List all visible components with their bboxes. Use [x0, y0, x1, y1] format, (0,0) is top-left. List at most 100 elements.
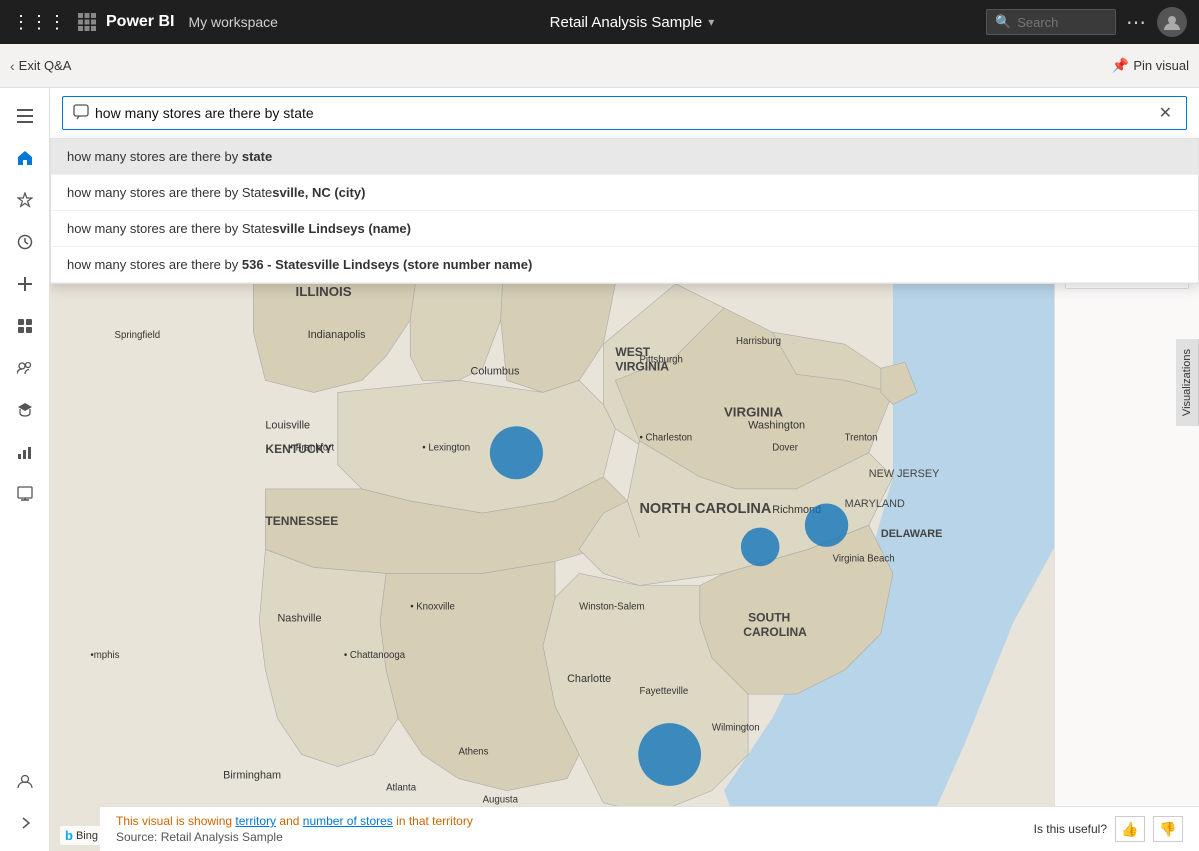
svg-text:Columbus: Columbus [471, 365, 520, 377]
svg-text:• Charleston: • Charleston [639, 433, 692, 444]
svg-text:ILLINOIS: ILLINOIS [296, 284, 352, 299]
qa-dropdown-item[interactable]: how many stores are there by Statesville… [51, 175, 1198, 211]
pin-visual-label: Pin visual [1133, 58, 1189, 73]
svg-text:Pittsburgh: Pittsburgh [639, 354, 682, 365]
secondary-navigation: ‹ Exit Q&A 📌 Pin visual [0, 44, 1199, 88]
thumbs-down-icon: 👎 [1159, 821, 1176, 838]
thumbs-down-button[interactable]: 👎 [1153, 816, 1183, 842]
svg-text:Harrisburg: Harrisburg [736, 336, 781, 347]
svg-text:Atlanta: Atlanta [386, 783, 417, 794]
sidebar-item-shared[interactable] [7, 350, 43, 386]
sidebar-item-apps[interactable] [7, 308, 43, 344]
bing-logo-icon: b [65, 828, 73, 843]
bottom-line1-prefix: This visual is showing [116, 814, 235, 828]
waffle-icon[interactable] [78, 13, 96, 31]
svg-text:Nashville: Nashville [277, 613, 321, 625]
qa-dropdown-highlight: sville Lindseys (name) [272, 221, 411, 236]
bottom-info: This visual is showing territory and num… [116, 814, 1034, 844]
report-title: Retail Analysis Sample [550, 14, 703, 31]
qa-dropdown-highlight: sville, NC (city) [272, 185, 365, 200]
bottom-territory-link[interactable]: territory [235, 814, 276, 828]
visualizations-tab[interactable]: Visualizations [1176, 339, 1199, 426]
svg-text:• Chattanooga: • Chattanooga [344, 650, 406, 661]
svg-text:Winston-Salem: Winston-Salem [579, 602, 644, 613]
svg-text:•mphis: •mphis [90, 650, 119, 661]
qa-dropdown-highlight: state [242, 149, 272, 164]
svg-text:Springfield: Springfield [115, 330, 161, 341]
grid-icon[interactable]: ⋮⋮⋮ [12, 12, 66, 33]
bing-watermark: b Bing [60, 826, 103, 845]
exit-qa-label: Exit Q&A [19, 58, 72, 73]
svg-text:NORTH CAROLINA: NORTH CAROLINA [639, 501, 771, 517]
sidebar-item-favorites[interactable] [7, 182, 43, 218]
bottom-line1-suffix: in that territory [393, 814, 473, 828]
qa-dropdown-item[interactable]: how many stores are there by Statesville… [51, 211, 1198, 247]
svg-text:Birmingham: Birmingham [223, 770, 281, 782]
svg-text:NEW JERSEY: NEW JERSEY [869, 468, 940, 480]
map-bubble[interactable] [490, 426, 543, 479]
map-bubble[interactable] [638, 723, 701, 786]
sidebar-item-create[interactable] [7, 266, 43, 302]
back-chevron-icon: ‹ [10, 58, 15, 74]
visualizations-tab-label: Visualizations [1181, 349, 1193, 416]
svg-text:SOUTH: SOUTH [748, 611, 790, 625]
svg-text:Virginia Beach: Virginia Beach [833, 553, 895, 564]
thumbs-up-icon: 👍 [1121, 821, 1138, 838]
qa-dropdown-item[interactable]: how many stores are there by 536 - State… [51, 247, 1198, 283]
svg-text:Trenton: Trenton [845, 433, 878, 444]
sidebar-item-expand[interactable] [7, 805, 43, 841]
search-box[interactable]: 🔍 [986, 9, 1116, 35]
pin-visual-button[interactable]: 📌 Pin visual [1112, 57, 1189, 74]
avatar[interactable] [1157, 7, 1187, 37]
svg-text:Athens: Athens [458, 746, 488, 757]
search-icon: 🔍 [995, 14, 1011, 30]
qa-container: ✕ how many stores are there by state how… [50, 88, 1199, 139]
qa-dropdown-bold: 536 - Statesville Lindseys (store number… [242, 257, 532, 272]
bottom-info-line1: This visual is showing territory and num… [116, 814, 1034, 828]
svg-text:• Knoxville: • Knoxville [410, 602, 455, 613]
left-sidebar [0, 88, 50, 851]
svg-text:Indianapolis: Indianapolis [308, 329, 367, 341]
thumbs-up-button[interactable]: 👍 [1115, 816, 1145, 842]
workspace-label[interactable]: My workspace [188, 14, 277, 30]
svg-text:Charlotte: Charlotte [567, 673, 611, 685]
sidebar-item-learn[interactable] [7, 392, 43, 428]
report-title-chevron[interactable]: ▾ [708, 15, 714, 29]
exit-qa-button[interactable]: ‹ Exit Q&A [10, 58, 71, 74]
qa-input-wrapper: ✕ [62, 96, 1187, 130]
bottom-bar: This visual is showing territory and num… [100, 806, 1199, 851]
sidebar-item-recent[interactable] [7, 224, 43, 260]
svg-text:Wilmington: Wilmington [712, 722, 760, 733]
svg-text:MARYLAND: MARYLAND [845, 498, 905, 510]
qa-dropdown-item[interactable]: how many stores are there by state [51, 139, 1198, 175]
content-area: ✕ how many stores are there by state how… [50, 88, 1199, 851]
sidebar-item-workspaces[interactable] [7, 476, 43, 512]
svg-text:• Lexington: • Lexington [422, 442, 470, 453]
svg-text:• Frankfort: • Frankfort [290, 442, 335, 453]
qa-bubble-icon [73, 104, 89, 123]
qa-input[interactable] [95, 105, 1155, 121]
svg-text:VIRGINIA: VIRGINIA [724, 405, 783, 420]
app-brand: Power BI [106, 13, 174, 31]
map-bubble[interactable] [741, 528, 780, 567]
search-input[interactable] [1017, 15, 1107, 30]
svg-text:Dover: Dover [772, 442, 799, 453]
feedback-label: Is this useful? [1034, 822, 1107, 836]
qa-clear-button[interactable]: ✕ [1155, 103, 1176, 123]
svg-text:CAROLINA: CAROLINA [743, 625, 807, 639]
qa-dropdown: how many stores are there by state how m… [50, 138, 1199, 284]
sidebar-item-account[interactable] [7, 763, 43, 799]
svg-text:DELAWARE: DELAWARE [881, 528, 943, 540]
svg-text:Louisville: Louisville [265, 420, 310, 432]
sidebar-item-metrics[interactable] [7, 434, 43, 470]
bottom-line1-mid: and [276, 814, 303, 828]
bottom-stores-link[interactable]: number of stores [303, 814, 393, 828]
more-options-icon[interactable]: ⋯ [1126, 10, 1147, 35]
top-nav-actions: 🔍 ⋯ [986, 7, 1187, 37]
svg-text:TENNESSEE: TENNESSEE [265, 514, 338, 528]
main-container: ✕ how many stores are there by state how… [0, 88, 1199, 851]
top-navigation: ⋮⋮⋮ Power BI My workspace Retail Analysi… [0, 0, 1199, 44]
sidebar-item-hamburger[interactable] [7, 98, 43, 134]
sidebar-item-home[interactable] [7, 140, 43, 176]
map-bubble[interactable] [805, 503, 848, 546]
